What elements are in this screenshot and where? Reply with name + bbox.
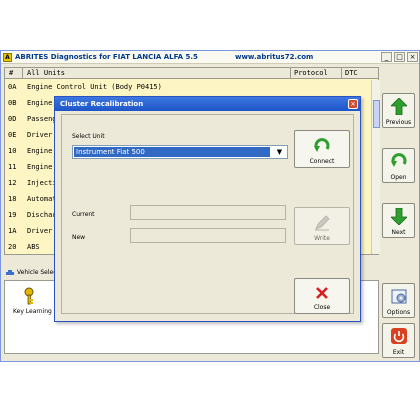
open-label: Open [390,174,407,181]
chevron-down-icon[interactable]: ▼ [273,147,286,157]
row-id: 1A [8,227,17,235]
options-label: Options [386,309,411,316]
unit-select[interactable]: Instrument Fiat 500 ▼ [72,145,288,159]
column-divider [290,68,291,79]
arrow-down-icon [391,208,407,225]
app-icon: A [3,53,12,62]
title-bar: A ABRITES Diagnostics for FIAT LANCIA AL… [1,51,419,64]
arrow-up-icon [391,98,407,115]
row-id: 0A [8,83,17,91]
window-url: www.abritus72.com [235,53,314,61]
select-unit-label: Select Unit [72,133,105,140]
list-scrollbar[interactable] [371,80,380,254]
key-learning-label: Key Learning [13,308,52,315]
write-button[interactable]: Write [294,207,350,245]
close-label: Close [313,304,331,311]
column-divider [341,68,342,79]
row-id: 0D [8,115,17,123]
car-icon [6,270,14,275]
next-button[interactable]: Next [382,203,415,238]
dialog-close-icon[interactable]: × [348,99,358,109]
column-dtc[interactable]: DTC [345,69,358,77]
row-id: 18 [8,195,17,203]
minimize-button[interactable]: _ [381,52,392,62]
key-icon [24,287,34,305]
row-id: 12 [8,179,17,187]
column-protocol[interactable]: Protocol [294,69,328,77]
connect-label: Connect [309,158,335,165]
row-name: Engine Control Unit (Body P0415) [27,83,162,91]
column-number[interactable]: # [9,69,13,77]
open-button[interactable]: Open [382,148,415,183]
power-icon [391,328,407,344]
row-id: 0B [8,99,17,107]
connect-arrow-icon [314,138,330,152]
selected-unit: Instrument Fiat 500 [74,147,270,157]
exit-button[interactable]: Exit [382,323,415,358]
row-id: 20 [8,243,17,251]
dialog-title: Cluster Recalibration [60,100,144,108]
previous-label: Previous [385,119,412,126]
current-label: Current [72,211,95,218]
list-header: # All Units Protocol DTC [5,68,378,79]
exit-label: Exit [392,349,405,356]
dialog-body: Select Unit Instrument Fiat 500 ▼ Curren… [61,114,354,314]
write-label: Write [314,235,330,242]
column-divider [22,68,23,79]
key-learning-button[interactable] [23,287,39,305]
close-button[interactable]: Close [294,278,350,314]
new-field[interactable] [130,228,286,243]
row-id: 19 [8,211,17,219]
maximize-button[interactable]: □ [394,52,405,62]
column-units[interactable]: All Units [27,69,65,77]
options-button[interactable]: Options [382,283,415,318]
scrollbar-thumb[interactable] [373,100,380,128]
close-window-button[interactable]: × [407,52,418,62]
row-id: 11 [8,163,17,171]
close-x-icon [316,287,328,299]
list-row[interactable]: 0A Engine Control Unit (Body P0415) [5,80,378,94]
refresh-arrow-icon [391,153,407,167]
window-title: ABRITES Diagnostics for FIAT LANCIA ALFA… [15,53,198,61]
connect-button[interactable]: Connect [294,130,350,168]
dialog-title-bar: Cluster Recalibration × [55,97,360,111]
cluster-recalibration-dialog: Cluster Recalibration × Select Unit Inst… [54,96,361,322]
previous-button[interactable]: Previous [382,93,415,128]
options-icon [391,289,407,304]
pencil-icon [315,215,330,231]
row-id: 0E [8,131,17,139]
new-label: New [72,234,86,241]
row-name: ABS [27,243,40,251]
row-id: 10 [8,147,17,155]
current-field [130,205,286,220]
next-label: Next [391,229,406,236]
